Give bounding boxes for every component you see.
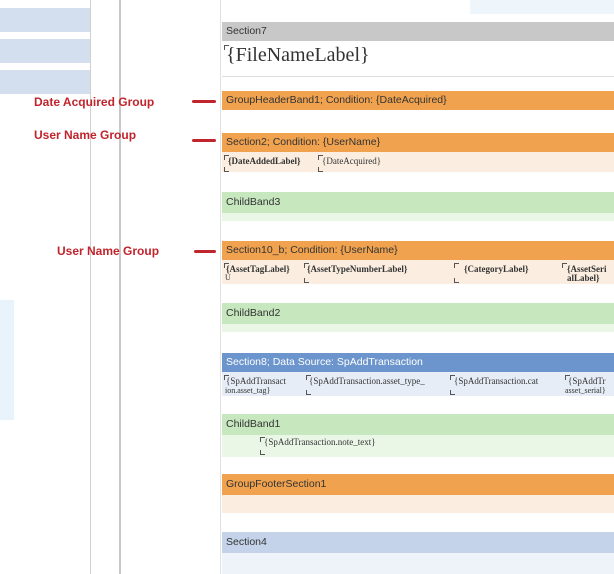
band-title: Section7 — [226, 25, 267, 37]
band-section10-b-body[interactable]: {AssetTagLabel} {AssetTypeNumberLabel} {… — [222, 260, 614, 284]
field-sp-add-transaction-asset-serial[interactable]: {SpAddTr — [568, 376, 606, 386]
band-child-band3-body[interactable] — [222, 213, 614, 221]
band-section2-body[interactable]: {DateAddedLabel} {DateAcquired} — [222, 152, 614, 172]
field-sp-add-transaction-note-text[interactable]: {SpAddTransaction.note_text} — [264, 437, 376, 447]
field-marker — [260, 450, 265, 455]
decorative-panel — [470, 0, 614, 14]
band-title: ChildBand3 — [226, 196, 281, 208]
field-fragment: ion.asset_tag} — [225, 386, 271, 395]
field-fragment: U — [225, 273, 231, 282]
annotation-user-name-group: User Name Group — [34, 128, 137, 142]
band-section10-b-header[interactable]: Section10_b; Condition: {UserName} — [222, 241, 614, 260]
band-section4-body[interactable] — [222, 553, 614, 574]
field-asset-tag-label[interactable]: {AssetTagLabel} — [226, 264, 306, 274]
band-child-band1-body[interactable]: {SpAddTransaction.note_text} — [222, 435, 614, 457]
band-group-header-band1[interactable]: GroupHeaderBand1; Condition: {DateAcquir… — [222, 91, 614, 110]
nav-block-1[interactable] — [0, 8, 91, 32]
panel-divider — [119, 0, 121, 574]
decorative-panel — [0, 300, 14, 420]
band-section2-header[interactable]: Section2; Condition: {UserName} — [222, 133, 614, 152]
field-fragment: asset_serial} — [565, 386, 606, 395]
band-group-footer-section1[interactable]: GroupFooterSection1 — [222, 474, 614, 495]
nav-block-2[interactable] — [0, 39, 91, 63]
annotation-user-name-group: User Name Group — [57, 244, 160, 258]
band-title: Section10_b; Condition: {UserName} — [226, 244, 398, 256]
band-title: GroupFooterSection1 — [226, 478, 327, 490]
field-category-label[interactable]: {CategoryLabel} — [464, 264, 529, 274]
field-marker — [318, 167, 323, 172]
band-child-band1[interactable]: ChildBand1 — [222, 414, 614, 435]
field-date-acquired[interactable]: {DateAcquired} — [322, 156, 381, 166]
field-marker — [454, 263, 459, 268]
field-file-name-label[interactable]: {FileNameLabel} — [226, 44, 370, 67]
band-title: GroupHeaderBand1; Condition: {DateAcquir… — [226, 94, 447, 106]
field-marker — [304, 278, 309, 283]
band-title: ChildBand1 — [226, 418, 281, 430]
annotation-arrow — [192, 100, 216, 103]
band-title: Section8; Data Source: SpAddTransaction — [226, 356, 423, 368]
band-group-footer-section1-body[interactable] — [222, 495, 614, 513]
field-marker — [450, 390, 455, 395]
panel-divider — [90, 0, 91, 574]
field-fragment: alLabel} — [567, 273, 600, 283]
band-section8-body[interactable]: {SpAddTransact {SpAddTransaction.asset_t… — [222, 372, 614, 396]
annotation-arrow — [192, 139, 216, 142]
field-asset-type-number-label[interactable]: {AssetTypeNumberLabel} — [307, 264, 452, 274]
nav-block-3[interactable] — [0, 70, 91, 94]
field-sp-add-transaction-asset-tag[interactable]: {SpAddTransact — [226, 376, 306, 386]
band-section7-body[interactable]: {FileNameLabel} — [222, 41, 614, 77]
annotation-arrow — [194, 250, 216, 253]
band-title: ChildBand2 — [226, 307, 281, 319]
field-marker — [306, 390, 311, 395]
band-child-band3[interactable]: ChildBand3 — [222, 192, 614, 213]
band-title: Section4 — [226, 536, 267, 548]
band-section4-header[interactable]: Section4 — [222, 532, 614, 553]
field-marker — [454, 278, 459, 283]
band-child-band2-body[interactable] — [222, 324, 614, 332]
annotation-date-acquired-group: Date Acquired Group — [34, 95, 155, 109]
ruler-divider — [220, 0, 221, 574]
band-child-band2[interactable]: ChildBand2 — [222, 303, 614, 324]
band-section7-header[interactable]: Section7 — [222, 22, 614, 41]
band-section8-header[interactable]: Section8; Data Source: SpAddTransaction — [222, 353, 614, 372]
field-date-added-label[interactable]: {DateAddedLabel} — [228, 156, 301, 166]
field-sp-add-transaction-category[interactable]: {SpAddTransaction.cat — [454, 376, 564, 386]
field-marker — [224, 167, 229, 172]
band-title: Section2; Condition: {UserName} — [226, 136, 381, 148]
field-sp-add-transaction-asset-type[interactable]: {SpAddTransaction.asset_type_ — [309, 376, 449, 386]
